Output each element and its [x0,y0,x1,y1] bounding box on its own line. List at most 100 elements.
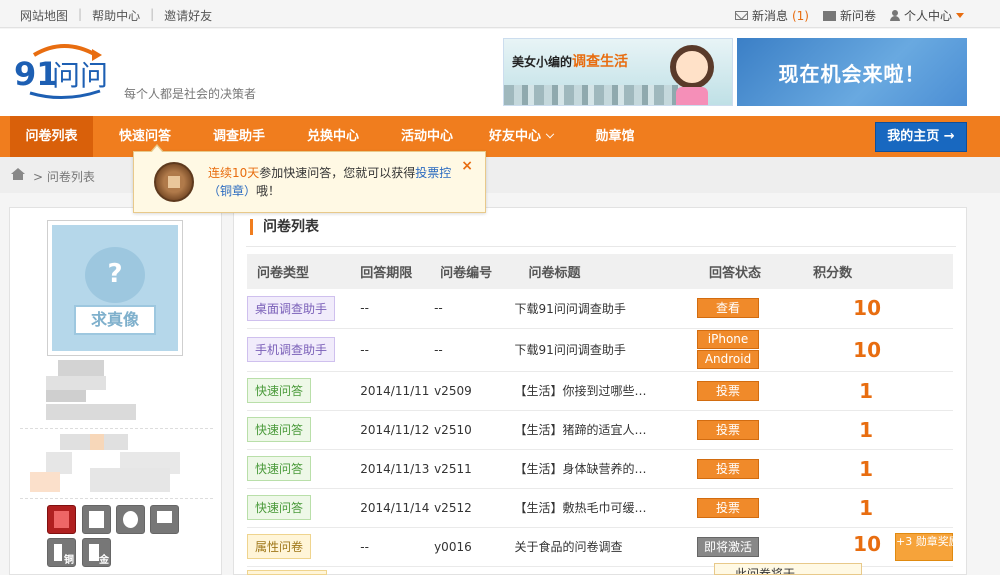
badge-label: 铜 [64,555,74,566]
points-value: 1 [859,495,874,520]
site-map-link[interactable]: 网站地图 [20,7,68,24]
cell-deadline: 2014/11/11 [352,371,435,411]
table-row: 快速问答 2014/11/13 v2511 【生活】身体缺营养的… 投票 1 [247,449,953,489]
copper-badge-icon[interactable]: 铜 [47,538,76,567]
activate-soon-button[interactable]: 即将激活 [697,536,760,557]
vote-button[interactable]: 投票 [697,458,760,479]
cell-code: v2511 [434,449,515,489]
breadcrumb-text: > 问卷列表 [33,168,95,185]
badge-glyph [157,511,172,523]
new-survey-link[interactable]: 新问卷 [822,7,876,24]
sidebar-divider [20,498,213,499]
cell-title[interactable]: 下载91问问调查助手 [514,289,698,329]
home-icon[interactable] [11,168,25,180]
nav-survey-list[interactable]: 问卷列表 [10,116,93,157]
cell-title[interactable]: 【生活】你接到过哪些… [514,371,698,411]
cell-status: 投票 [697,410,814,450]
top-right-menu: 新消息 (1) 新问卷 个人中心 [734,7,964,24]
badge-glyph [89,544,99,561]
blurred-info [46,390,86,402]
col-title: 问卷标题 [514,254,698,289]
cell-title[interactable]: 关于食品的问卷调查 [514,527,698,567]
new-message-link[interactable]: 新消息 (1) [734,7,809,24]
cell-status: 投票 [697,371,814,411]
medal-tip-popup: 连续10天参加快速问答，您就可以获得投票控（铜章）哦！ × [133,144,486,213]
user-center-label: 个人中心 [903,9,952,23]
book-badge-icon[interactable] [82,505,111,534]
cell-code: v2510 [434,410,515,450]
blurred-stats [90,434,104,450]
tip-text-mid: 参加快速问答，您就可以获得 [259,166,416,180]
site-logo[interactable]: 91 问问 [12,41,117,101]
table-row: 属性问卷 -- y0016 关于食品的问卷调查 即将激活 10 +3 勋章奖励 [247,527,960,567]
cell-deadline: 2014/11/13 [352,449,435,489]
cell-points: 10 [813,289,953,329]
cell-points: 1 [813,449,953,489]
user-center-menu[interactable]: 个人中心 [889,7,964,24]
iphone-button[interactable]: iPhone [697,329,760,349]
chevron-down-icon [545,129,555,139]
cell-deadline: -- [352,527,435,567]
vote-button[interactable]: 投票 [697,419,760,440]
new-message-count: (1) [791,8,809,23]
points-value: 1 [859,378,874,403]
medal-reward-badge: +3 勋章奖励 [895,533,960,562]
android-button[interactable]: Android [697,349,760,369]
cell-deadline: 2014/11/14 [352,488,435,528]
avatar-placeholder: ? 求真像 [52,225,178,351]
survey-icon [822,10,836,21]
separator: | [78,7,83,21]
invite-friends-link[interactable]: 邀请好友 [164,7,212,24]
cell-status: iPhone Android [697,328,814,372]
section-divider [246,246,956,247]
new-survey-label: 新问卷 [839,9,876,23]
desktop-badge-icon[interactable] [150,505,179,534]
nav-medal-hall[interactable]: 勋章馆 [583,116,647,157]
cell-points: 1 [813,371,953,411]
vote-button[interactable]: 投票 [697,497,760,518]
cell-type: 桌面调查助手 [247,289,353,329]
cell-deadline: -- [352,328,435,372]
new-message-label: 新消息 [751,9,788,23]
banner-opportunity[interactable]: 现在机会来啦！ [737,38,967,106]
points-value: 1 [859,417,874,442]
nav-friend-label: 好友中心 [488,129,541,144]
badge-glyph [123,511,138,528]
view-button[interactable]: 查看 [697,298,760,319]
top-bar: 网站地图 | 帮助中心 | 邀请好友 新消息 (1) 新问卷 个人中心 [0,0,1000,28]
type-tag: 属性问卷 [247,534,312,559]
cell-title[interactable]: 【生活】敷热毛巾可缓… [514,488,698,528]
world-badge-icon[interactable] [47,505,76,534]
cell-type: 属性问卷 [247,527,353,567]
avatar[interactable]: ? 求真像 [47,220,183,356]
points-value: 10 [853,337,881,362]
col-code: 问卷编号 [434,254,515,289]
type-tag: 手机调查助手 [247,337,336,362]
cell-points: 10 +3 勋章奖励 [813,527,960,567]
nav-friend-center[interactable]: 好友中心 [478,116,564,157]
cell-title[interactable]: 下载91问问调查助手 [514,328,698,372]
vote-button[interactable]: 投票 [697,380,760,401]
type-tag: 快速问答 [247,378,312,403]
site-slogan: 每个人都是社会的决策者 [124,87,257,101]
cell-type: 手机调查助手 [247,328,353,372]
blurred-stats [30,472,60,492]
apple-android-badge-icon[interactable] [116,505,145,534]
cell-title[interactable]: 【生活】身体缺营养的… [514,449,698,489]
badge-label: 金 [99,555,109,566]
col-status: 回答状态 [697,254,814,289]
user-icon [889,10,900,21]
cell-type: 快速问答 [247,410,353,450]
survey-table: 问卷类型 回答期限 问卷编号 问卷标题 回答状态 积分数 桌面调查助手 -- -… [247,254,960,567]
my-homepage-button[interactable]: 我的主页 → [875,122,967,152]
table-row: 手机调查助手 -- -- 下载91问问调查助手 iPhone Android 1… [247,328,953,372]
close-icon[interactable]: × [461,158,473,174]
cell-title[interactable]: 【生活】猪蹄的适宜人… [514,410,698,450]
type-tag: 快速问答 [247,495,312,520]
banner-survey-life[interactable]: 美女小编的调查生活 [503,38,733,106]
cell-code: v2512 [434,488,515,528]
help-center-link[interactable]: 帮助中心 [92,7,140,24]
gold-badge-icon[interactable]: 金 [82,538,111,567]
girl-body-illustration [676,87,708,105]
avatar-sign: 求真像 [74,305,156,335]
